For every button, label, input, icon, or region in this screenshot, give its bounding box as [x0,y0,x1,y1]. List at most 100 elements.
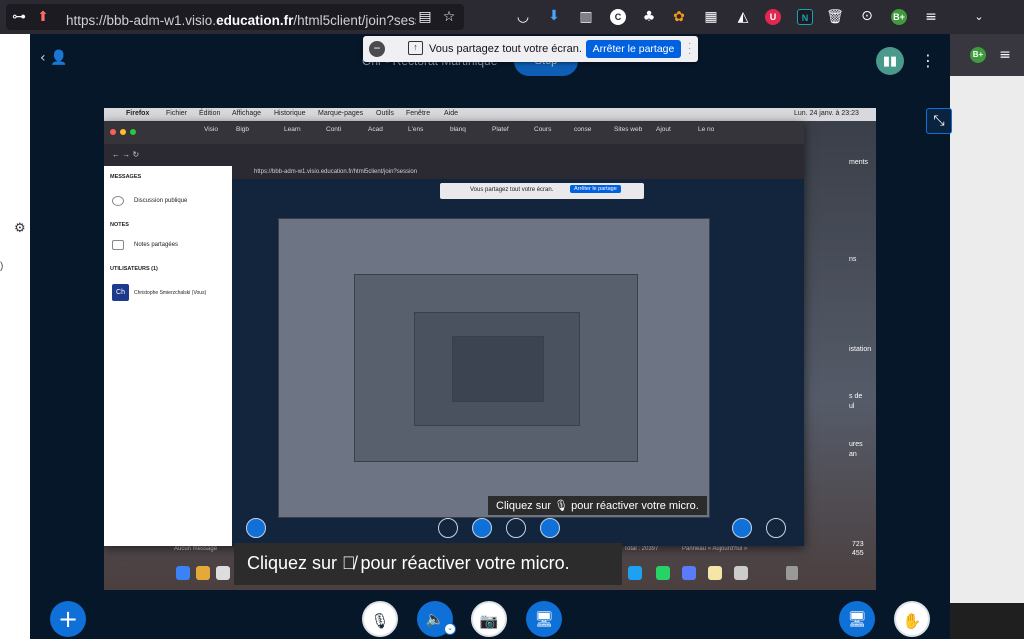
desktop-icon-label: ments [849,159,869,166]
desktop-icon-label: s de [849,393,863,400]
hamburger-menu-icon[interactable]: ≡ [996,48,1014,62]
hand-icon: ✋ [902,612,922,630]
nested-tab: Bigb [236,126,250,133]
sidebar-icon[interactable]: ▥ [577,10,595,24]
u-extension-icon[interactable]: U [765,9,781,25]
minimize-window-icon [120,129,126,135]
hamburger-menu-icon[interactable]: ≡ [922,10,940,24]
nested-tab: Ajout [656,126,671,133]
trash-extension-icon[interactable]: 🗑 [826,10,844,24]
address-bar[interactable]: ⊶ ⬆ https://bbb-adm-w1.visio.education.f… [6,4,464,30]
messenger-icon [682,566,696,580]
shared-screen-view: Firefox Fichier Édition Affichage Histor… [104,108,876,590]
stop-sharing-button[interactable]: Arrêter le partage [586,40,681,58]
shoe-extension-icon[interactable]: ◭ [734,10,752,24]
desktop-icon-label: an [849,451,857,458]
nested-nav-bar: ← → ↻ [104,144,804,166]
pocket-icon[interactable]: ◡ [514,10,532,24]
nested-bbb-sidebar: MESSAGES Discussion publique NOTES Notes… [104,166,232,546]
nested-tab: Sites web [614,126,643,133]
launchpad-icon [196,566,210,580]
exit-fullscreen-icon[interactable]: ⤡ [926,108,952,134]
left-panel-edge: ⚙ ) [0,34,30,639]
preview-icon [734,566,748,580]
messages-heading: MESSAGES [110,174,142,180]
users-heading: UTILISATEURS (1) [110,266,158,272]
nested-tab: conse [574,126,592,133]
finder-icon [176,566,190,580]
plus-button[interactable]: + [50,601,86,637]
reader-view-icon[interactable]: ▤ [416,10,434,24]
downloads-icon[interactable]: ⬇ [545,9,563,23]
bars-extension-icon[interactable]: ▦ [702,10,720,24]
status-total: Total : 20397 [624,546,659,552]
close-window-icon [110,129,116,135]
shared-notes-item: Notes partagées [134,242,179,248]
screen-sharing-banner: − ↑ Vous partagez tout votre écran. Arrê… [363,36,698,62]
menubar-app: Firefox [126,110,150,117]
nested-tab-strip: Visio Bigb Learn Conti Acad L'ens blanq … [104,122,804,144]
audio-settings-chevron-icon[interactable]: ⌄ [444,623,456,635]
nested-camera-icon [506,518,526,538]
screen-upload-icon: ↑ [408,41,423,55]
unmute-toast: Cliquez sur 🎙̸ pour réactiver votre micr… [234,543,622,585]
nested-tab: Visio [204,126,218,133]
menubar-item: Aide [444,110,459,117]
chevron-down-icon[interactable]: ⌄ [970,10,988,24]
menubar-item: Marque-pages [318,110,364,117]
extension-puzzle-icon[interactable]: ♣ [640,10,658,24]
download-circle-icon[interactable]: ⊙ [858,9,876,23]
options-menu-icon[interactable]: ⋮ [920,49,936,73]
presentation-button[interactable]: 🖥 [839,601,875,637]
zoom-window-icon [130,129,136,135]
trash-icon [786,566,798,580]
flask-icon [708,566,722,580]
nested-tab: L'ens [408,126,424,133]
muted-mic-icon: 🎙 [370,612,390,630]
nested-tab: Acad [368,126,383,133]
nested-toast: Cliquez sur 🎙 pour réactiver votre micro… [488,496,707,515]
user-list-toggle-icon[interactable]: ‹ 👤 [40,50,67,66]
desktop-number: 723 [852,541,864,548]
b-plus-extension-icon[interactable]: B+ [891,9,907,25]
desktop-icon-label: istation [849,346,872,353]
nested-tab: Learn [284,126,301,133]
macos-menubar: Firefox Fichier Édition Affichage Histor… [104,108,876,121]
c-extension-icon[interactable]: C [610,9,626,25]
bookmark-star-icon[interactable]: ☆ [440,10,458,24]
desktop-icon-label: ures [849,441,863,448]
chat-icon [112,196,124,206]
truncated-text: ) [0,261,4,272]
n-extension-icon[interactable]: N [797,9,813,25]
site-permissions-icon[interactable]: ⊶ [10,10,28,24]
speaker-icon: 🔈 [425,610,445,628]
nested-sharing-banner: Vous partagez tout votre écran. Arrêter … [440,183,644,199]
menubar-item: Outils [376,110,394,117]
drag-handle-icon[interactable]: · · · [688,39,691,59]
colors-extension-icon[interactable]: ✿ [670,10,688,24]
presentation-icon: 🖥 [847,610,867,628]
nested-sharing-message: Vous partagez tout votre écran. [470,187,554,193]
screen-share-indicator-icon[interactable]: ⬆ [34,10,52,24]
unmute-mic-button[interactable]: 🎙 [362,601,398,637]
nested-tab: blanq [450,126,466,133]
screen-share-button[interactable]: 🖥 [526,601,562,637]
b-plus-extension-icon[interactable]: B+ [970,47,986,63]
camera-off-icon: 📷 [479,612,499,630]
nested-bbb-view: https://bbb-adm-w1.visio.education.fr/ht… [232,166,804,546]
nested-url-bar: https://bbb-adm-w1.visio.education.fr/ht… [232,166,804,179]
menubar-item: Historique [274,110,306,117]
background-window-titlebar: ⌄ [950,0,1024,34]
gear-icon[interactable]: ⚙ [14,221,26,236]
minimize-icon[interactable]: − [369,41,385,57]
status-panel: Panneau « Aujourd'hui » [682,546,748,552]
connection-status-icon[interactable]: ▮▮ [876,47,904,75]
camera-button[interactable]: 📷 [471,601,507,637]
nested-tab: Cours [534,126,552,133]
url-text[interactable]: https://bbb-adm-w1.visio.education.fr/ht… [66,13,416,28]
raise-hand-button[interactable]: ✋ [894,601,930,637]
twitter-icon [628,566,642,580]
recursive-screen-4 [452,336,544,402]
background-window-footer [950,603,1024,639]
menubar-item: Fichier [166,110,188,117]
